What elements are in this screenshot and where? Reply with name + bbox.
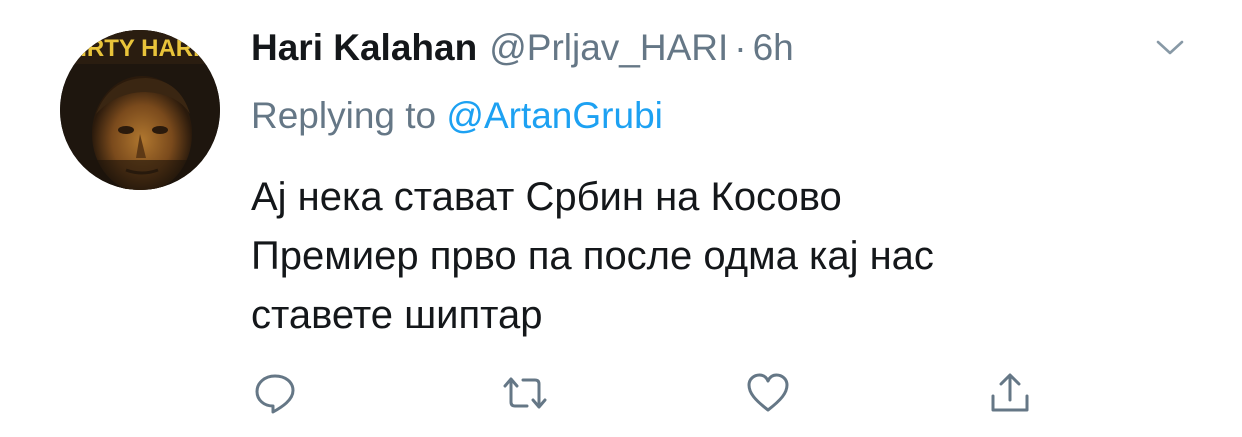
share-icon[interactable] [987, 370, 1033, 416]
replying-to-label: Replying to [251, 95, 437, 136]
tweet-text-line: ставете шиптар [251, 293, 543, 337]
tweet-actions [0, 370, 1242, 420]
chevron-down-icon[interactable] [1150, 32, 1190, 62]
tweet-timestamp[interactable]: 6h [753, 22, 794, 74]
tweet-text-line: Ај нека стават Србин на Косово [251, 175, 842, 219]
tweet-header: Hari Kalahan @Prljav_HARI · 6h [251, 22, 794, 74]
author-display-name[interactable]: Hari Kalahan [251, 22, 477, 74]
replying-to: Replying to @ArtanGrubi [251, 90, 663, 142]
tweet-text-line: Премиер прво па после одма кај нас [251, 234, 934, 278]
author-handle[interactable]: @Prljav_HARI [489, 22, 728, 74]
comment-icon[interactable] [252, 370, 298, 416]
avatar-logo-text: IRTY HARI [80, 35, 200, 62]
tweet-card[interactable]: IRTY HARI Hari Kalahan @Prljav_HARI · 6h… [0, 0, 1242, 437]
heart-icon[interactable] [745, 370, 791, 416]
avatar[interactable]: IRTY HARI [60, 30, 220, 190]
tweet-text: Ај нека стават Србин на Косово Премиер п… [251, 168, 1151, 345]
reply-mention-link[interactable]: @ArtanGrubi [446, 95, 662, 136]
retweet-icon[interactable] [499, 370, 551, 416]
avatar-image: IRTY HARI [60, 30, 220, 190]
separator-dot: · [734, 27, 747, 68]
